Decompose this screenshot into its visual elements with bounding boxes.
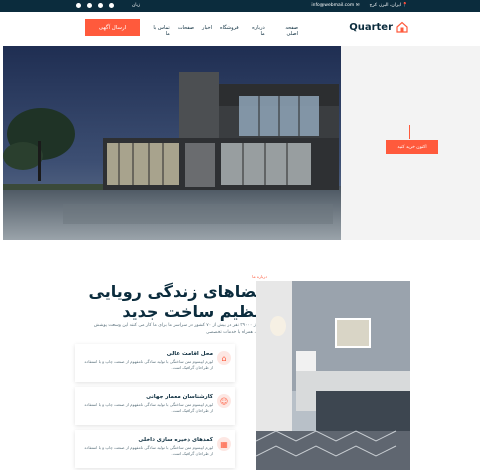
- buy-now-button[interactable]: اکنون خرید کنید: [386, 140, 438, 154]
- top-bar-left: زبان: [76, 3, 140, 8]
- social-links: [76, 3, 114, 8]
- address-text: 📍 ایران، البرز، کرج: [369, 3, 408, 8]
- site-logo[interactable]: Quarter: [349, 21, 408, 33]
- instagram-icon[interactable]: [98, 3, 103, 8]
- hero-house-image: [3, 46, 341, 240]
- dribbble-icon[interactable]: [109, 3, 114, 8]
- feature-card[interactable]: ⌂ محل اقامت عالی لورم ایپسوم متن ساختگی …: [75, 344, 235, 382]
- nav-item-pages[interactable]: صفحات: [178, 25, 194, 37]
- feature-desc: لورم ایپسوم متن ساختگی با تولید سادگی نا…: [84, 402, 213, 413]
- about-section: درباره ما فضاهای زندگی رویایی تنظیم ساخت…: [0, 240, 480, 470]
- section-paragraph: بیش از ۳۹۰۰۰ نفر در بیش از ۷۰ کشور در سر…: [93, 323, 267, 335]
- feature-title: محل اقامت عالی: [166, 351, 213, 357]
- submit-listing-button[interactable]: ارسال آگهی: [85, 19, 140, 36]
- feature-desc: لورم ایپسوم متن ساختگی با تولید سادگی نا…: [84, 445, 213, 456]
- section-title: فضاهای زندگی رویایی تنظیم ساخت جدید: [88, 282, 267, 321]
- nav-item-about[interactable]: درباره ما: [247, 25, 265, 37]
- nav-item-contact[interactable]: تماس با ما: [148, 25, 169, 37]
- hero-accent-line: [409, 125, 410, 139]
- feature-card[interactable]: ▦ کمدهای ذخیره سازی داخلی لورم ایپسوم مت…: [75, 430, 235, 468]
- feature-desc: لورم ایپسوم متن ساختگی با تولید سادگی نا…: [84, 359, 213, 370]
- nav-item-news[interactable]: اخبار: [202, 25, 212, 37]
- nav-item-shop[interactable]: فروشگاه: [220, 25, 239, 37]
- house-icon: ⌂: [217, 351, 231, 365]
- email-link[interactable]: ✉ info@webmail.com: [311, 3, 359, 8]
- language-selector[interactable]: زبان: [132, 3, 140, 8]
- facebook-icon[interactable]: [76, 3, 81, 8]
- architect-icon: ☺: [217, 394, 231, 408]
- feature-title: کارشناسان معمار جهانی: [146, 394, 213, 400]
- section-eyebrow: درباره ما: [252, 274, 267, 279]
- twitter-icon[interactable]: [87, 3, 92, 8]
- top-bar: زبان 📍 ایران، البرز، کرج ✉ info@webmail.…: [0, 0, 480, 12]
- feature-card[interactable]: ☺ کارشناسان معمار جهانی لورم ایپسوم متن …: [75, 387, 235, 425]
- house-logo-icon: [396, 21, 408, 33]
- nav-item-home[interactable]: صفحه اصلی: [273, 25, 298, 37]
- logo-text: Quarter: [349, 21, 393, 33]
- interior-image: [256, 281, 410, 470]
- top-bar-contact: 📍 ایران، البرز، کرج ✉ info@webmail.com: [311, 3, 408, 8]
- storage-icon: ▦: [217, 437, 231, 451]
- site-header: ارسال آگهی صفحه اصلی درباره ما فروشگاه ا…: [0, 12, 480, 44]
- feature-title: کمدهای ذخیره سازی داخلی: [138, 437, 213, 443]
- main-nav: صفحه اصلی درباره ما فروشگاه اخبار صفحات …: [148, 25, 298, 37]
